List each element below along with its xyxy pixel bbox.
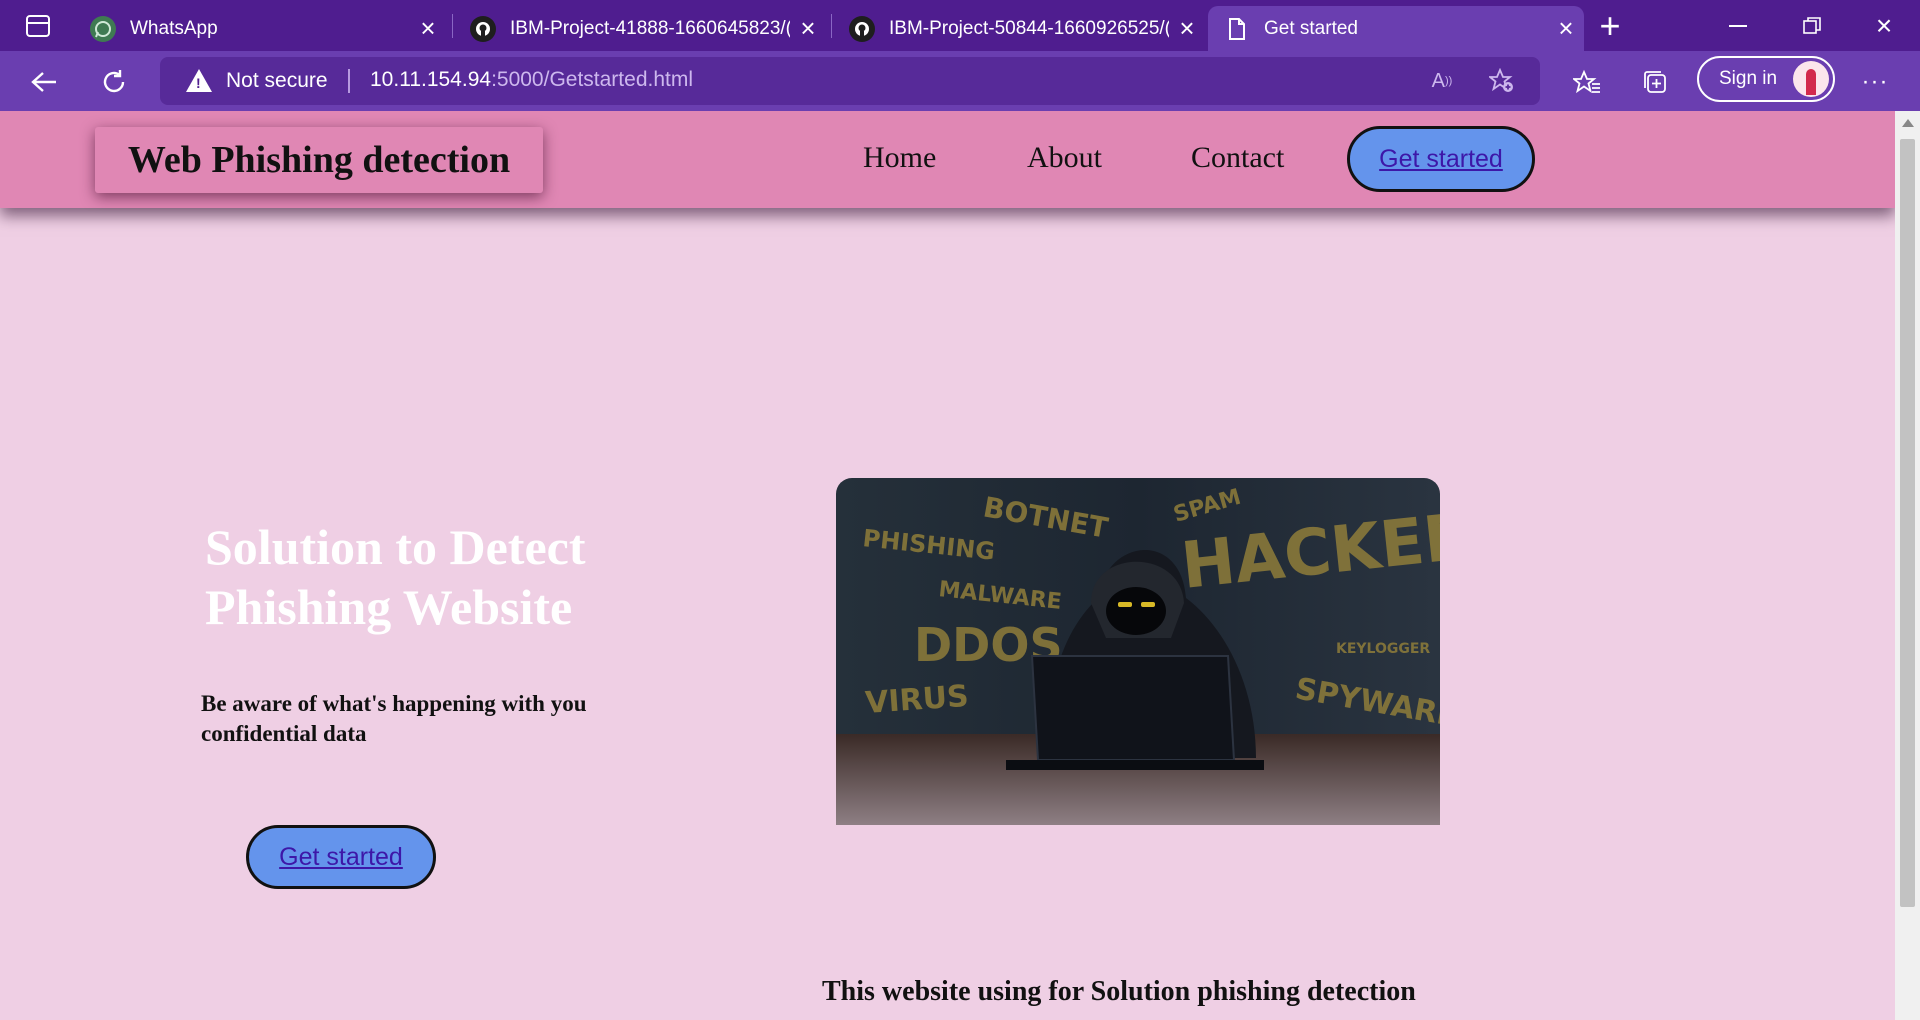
site-brand[interactable]: Web Phishing detection <box>95 127 543 193</box>
scroll-up-arrow-icon[interactable] <box>1902 119 1914 127</box>
tab-github-project-2[interactable]: IBM-Project-50844-1660926525/( × <box>833 6 1205 51</box>
github-icon <box>849 15 875 42</box>
page-viewport: Web Phishing detection Home About Contac… <box>0 111 1895 1020</box>
refresh-icon[interactable] <box>91 59 137 105</box>
tab-title: Get started <box>1264 17 1358 39</box>
tab-divider <box>831 14 832 38</box>
read-aloud-icon[interactable]: A)) <box>1426 67 1458 95</box>
browser-tab-strip: WhatsApp × IBM-Project-41888-1660645823/… <box>0 0 1920 51</box>
hero-title: Solution to Detect Phishing Website <box>205 519 586 635</box>
close-tab-icon[interactable]: × <box>790 13 826 44</box>
hacker-image: PHISHING BOTNET SPAM HACKER MALWARE DDOS… <box>836 478 1440 825</box>
image-word: VIRUS <box>864 679 970 721</box>
sign-in-button[interactable]: Sign in <box>1697 56 1835 102</box>
hero-get-started-button[interactable]: Get started <box>246 825 436 889</box>
browser-toolbar: ! Not secure 10.11.154.94:5000/Getstarte… <box>0 51 1920 111</box>
tab-github-project-1[interactable]: IBM-Project-41888-1660645823/( × <box>454 6 826 51</box>
site-navbar: Web Phishing detection Home About Contac… <box>0 111 1895 208</box>
add-favorite-icon[interactable] <box>1486 67 1518 95</box>
tab-title: WhatsApp <box>130 17 218 39</box>
tab-divider <box>452 14 453 38</box>
hero-subtitle: Be aware of what's happening with you co… <box>201 691 587 746</box>
minimize-button[interactable] <box>1702 0 1774 51</box>
nav-home-link[interactable]: Home <box>863 141 936 175</box>
more-options-icon[interactable]: ··· <box>1852 59 1898 105</box>
security-status[interactable]: Not secure <box>226 69 328 93</box>
footer-text: This website using for Solution phishing… <box>822 976 1416 1007</box>
tab-whatsapp[interactable]: WhatsApp × <box>74 6 446 51</box>
address-bar[interactable]: ! Not secure 10.11.154.94:5000/Getstarte… <box>160 57 1540 105</box>
tab-title: IBM-Project-50844-1660926525/( <box>889 17 1169 39</box>
close-tab-icon[interactable]: × <box>1169 13 1205 44</box>
sign-in-label: Sign in <box>1719 68 1778 89</box>
favorites-icon[interactable] <box>1564 59 1610 105</box>
avatar <box>1793 61 1829 97</box>
restore-button[interactable] <box>1776 0 1848 51</box>
image-word: KEYLOGGER <box>1336 641 1430 657</box>
nav-about-link[interactable]: About <box>1027 141 1102 175</box>
collections-icon[interactable] <box>1632 59 1678 105</box>
new-tab-button[interactable]: + <box>1574 0 1646 51</box>
tab-actions-menu-icon[interactable] <box>18 12 58 40</box>
page-scrollbar[interactable] <box>1895 111 1920 1020</box>
tab-get-started[interactable]: Get started × <box>1208 6 1584 51</box>
back-arrow-icon[interactable] <box>21 59 67 105</box>
github-icon <box>470 15 496 42</box>
page-icon <box>1224 16 1250 42</box>
close-window-button[interactable]: × <box>1848 0 1920 51</box>
whatsapp-icon <box>90 15 116 42</box>
scrollbar-thumb[interactable] <box>1900 139 1915 907</box>
nav-contact-link[interactable]: Contact <box>1191 141 1284 175</box>
url-text[interactable]: 10.11.154.94:5000/Getstarted.html <box>370 68 693 92</box>
close-tab-icon[interactable]: × <box>410 13 446 44</box>
tab-title: IBM-Project-41888-1660645823/( <box>510 17 790 39</box>
nav-get-started-button[interactable]: Get started <box>1347 126 1535 192</box>
